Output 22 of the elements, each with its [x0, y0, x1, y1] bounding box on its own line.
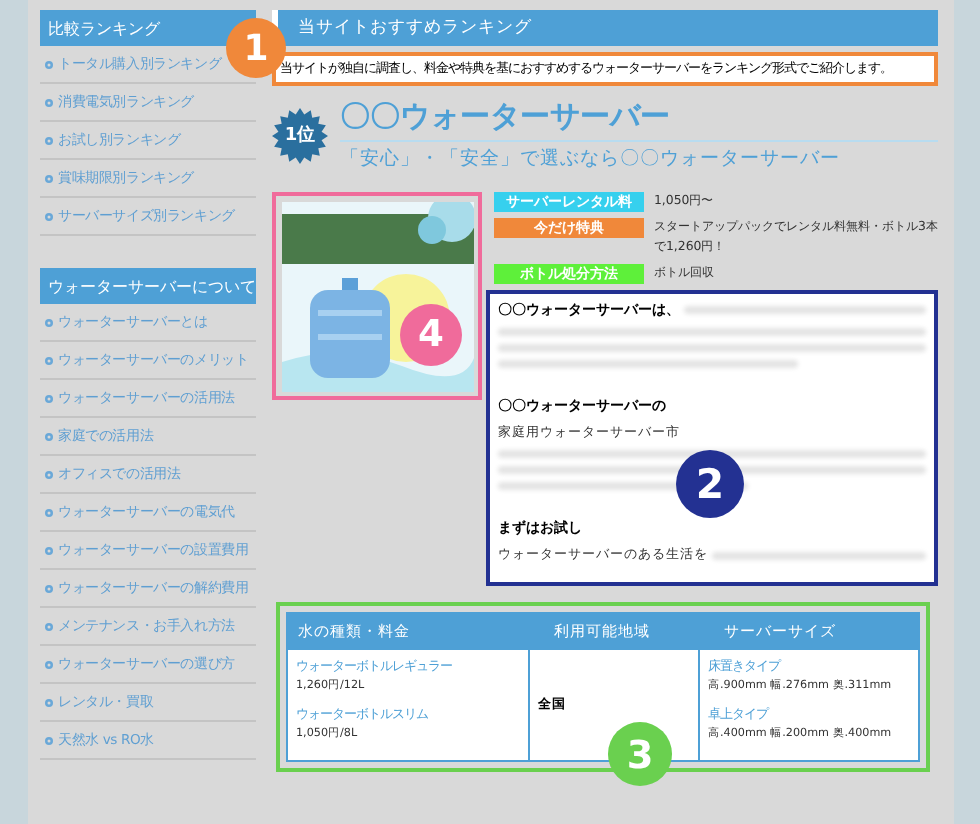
gear-icon [44, 393, 54, 403]
gear-icon [44, 621, 54, 631]
section-heading: 当サイトおすすめランキング [272, 10, 938, 46]
gear-icon [44, 697, 54, 707]
gear-icon [44, 735, 54, 745]
gear-icon [44, 173, 54, 183]
gear-icon [44, 135, 54, 145]
sidebar-heading: ウォーターサーバーについて [40, 268, 256, 304]
gear-icon [44, 545, 54, 555]
gear-icon [44, 59, 54, 69]
product-title: 〇〇ウォーターサーバー [340, 98, 938, 142]
gear-icon [44, 659, 54, 669]
gear-icon [44, 583, 54, 593]
product-tagline: 「安心」・「安全」で選ぶなら〇〇ウォーターサーバー [340, 146, 842, 172]
gear-icon [44, 97, 54, 107]
gear-icon [44, 507, 54, 517]
gear-icon [44, 355, 54, 365]
gear-icon [44, 317, 54, 327]
gear-icon [44, 431, 54, 441]
gear-icon [44, 469, 54, 479]
rank-badge: 1位 [272, 107, 328, 163]
gear-icon [44, 211, 54, 221]
